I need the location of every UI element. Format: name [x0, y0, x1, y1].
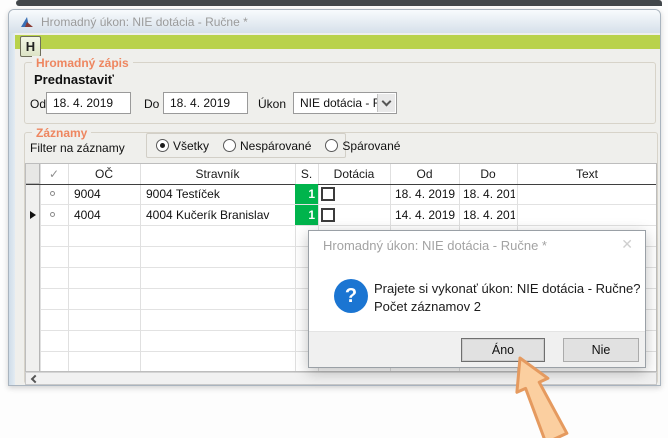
- column-header-od[interactable]: Od: [390, 164, 459, 184]
- column-header-dotacia[interactable]: Dotácia: [318, 164, 390, 184]
- dotacia-checkbox[interactable]: [321, 208, 335, 222]
- filter-radio-group: Všetky Nespárované Spárované: [146, 133, 346, 158]
- filter-label: Filter na záznamy: [30, 141, 125, 155]
- filter-radio-paired-label: Spárované: [342, 139, 400, 153]
- action-label: Úkon: [258, 97, 286, 111]
- radio-icon: [223, 139, 236, 152]
- scroll-left-icon[interactable]: [31, 374, 39, 382]
- table-row-cell-oc[interactable]: 4004: [74, 205, 138, 226]
- window-title: Hromadný úkon: NIE dotácia - Ručne *: [41, 15, 248, 29]
- filter-radio-all-label: Všetky: [173, 139, 209, 153]
- to-label: Do: [144, 97, 159, 111]
- column-header-do[interactable]: Do: [459, 164, 517, 184]
- dotacia-checkbox[interactable]: [321, 187, 335, 201]
- bulk-entry-group-label: Hromadný zápis: [32, 56, 133, 70]
- dialog-message-line2: Počet záznamov 2: [374, 299, 481, 314]
- dialog-message-line1: Prajete si vykonať úkon: NIE dotácia - R…: [374, 281, 640, 296]
- filter-radio-unpaired[interactable]: Nespárované: [223, 139, 311, 153]
- from-label: Od: [30, 97, 46, 111]
- table-row-cell-stravnik[interactable]: 4004 Kučerík Branislav: [146, 205, 293, 226]
- radio-icon: [325, 139, 338, 152]
- table-row-cell-stravnik[interactable]: 9004 Testíček: [146, 184, 293, 205]
- filter-radio-unpaired-label: Nespárované: [240, 139, 311, 153]
- no-button[interactable]: Nie: [563, 338, 639, 362]
- radio-icon: [156, 139, 169, 152]
- column-header-s[interactable]: S.: [295, 164, 318, 184]
- filter-radio-paired[interactable]: Spárované: [325, 139, 400, 153]
- from-date-input[interactable]: 18. 4. 2019: [46, 92, 131, 114]
- record-marker-icon: [50, 191, 55, 196]
- action-select-value: NIE dotácia - Ru: [300, 96, 388, 110]
- status-badge: 1: [295, 205, 318, 225]
- confirm-dialog: Hromadný úkon: NIE dotácia - Ručne * ✕ ?…: [308, 230, 646, 368]
- app-icon: [20, 15, 34, 29]
- table-row-cell-od[interactable]: 14. 4. 2019: [395, 205, 457, 226]
- filter-radio-all[interactable]: Všetky: [156, 139, 209, 153]
- dialog-title: Hromadný úkon: NIE dotácia - Ručne *: [323, 238, 547, 253]
- question-icon: ?: [334, 279, 368, 313]
- window-left-border: [9, 33, 15, 385]
- to-date-input[interactable]: 18. 4. 2019: [163, 92, 248, 114]
- horizontal-scrollbar[interactable]: [25, 372, 657, 385]
- h-toolbar-button[interactable]: H: [20, 36, 41, 57]
- chevron-down-icon: [382, 97, 392, 107]
- record-marker-icon: [50, 212, 55, 217]
- toolbar: [15, 35, 660, 49]
- dialog-button-bar: Áno Nie: [309, 331, 645, 367]
- column-header-oc[interactable]: OČ: [68, 164, 140, 184]
- window-titlebar[interactable]: Hromadný úkon: NIE dotácia - Ručne *: [9, 10, 660, 33]
- yes-button[interactable]: Áno: [461, 338, 545, 362]
- status-badge: 1: [295, 184, 318, 204]
- column-header-text[interactable]: Text: [517, 164, 657, 184]
- background-window-edge: [16, 0, 662, 6]
- row-selected-arrow-icon: [30, 211, 36, 219]
- action-select-dropdown-button[interactable]: [377, 94, 395, 112]
- row-indicator-header: [26, 164, 40, 184]
- table-row-cell-od[interactable]: 18. 4. 2019: [395, 184, 457, 205]
- table-row-cell-do[interactable]: 18. 4. 2019: [463, 205, 515, 226]
- screen: Hromadný úkon: NIE dotácia - Ručne * H H…: [0, 0, 668, 438]
- records-group-label: Záznamy: [32, 126, 91, 140]
- column-header-check[interactable]: ✓: [40, 164, 68, 184]
- close-icon[interactable]: ✕: [621, 236, 633, 253]
- preset-title: Prednastaviť: [34, 72, 114, 87]
- table-row-cell-do[interactable]: 18. 4. 2019: [463, 184, 515, 205]
- table-row-cell-oc[interactable]: 9004: [74, 184, 138, 205]
- action-select[interactable]: NIE dotácia - Ru: [293, 92, 397, 114]
- column-header-stravnik[interactable]: Stravník: [140, 164, 295, 184]
